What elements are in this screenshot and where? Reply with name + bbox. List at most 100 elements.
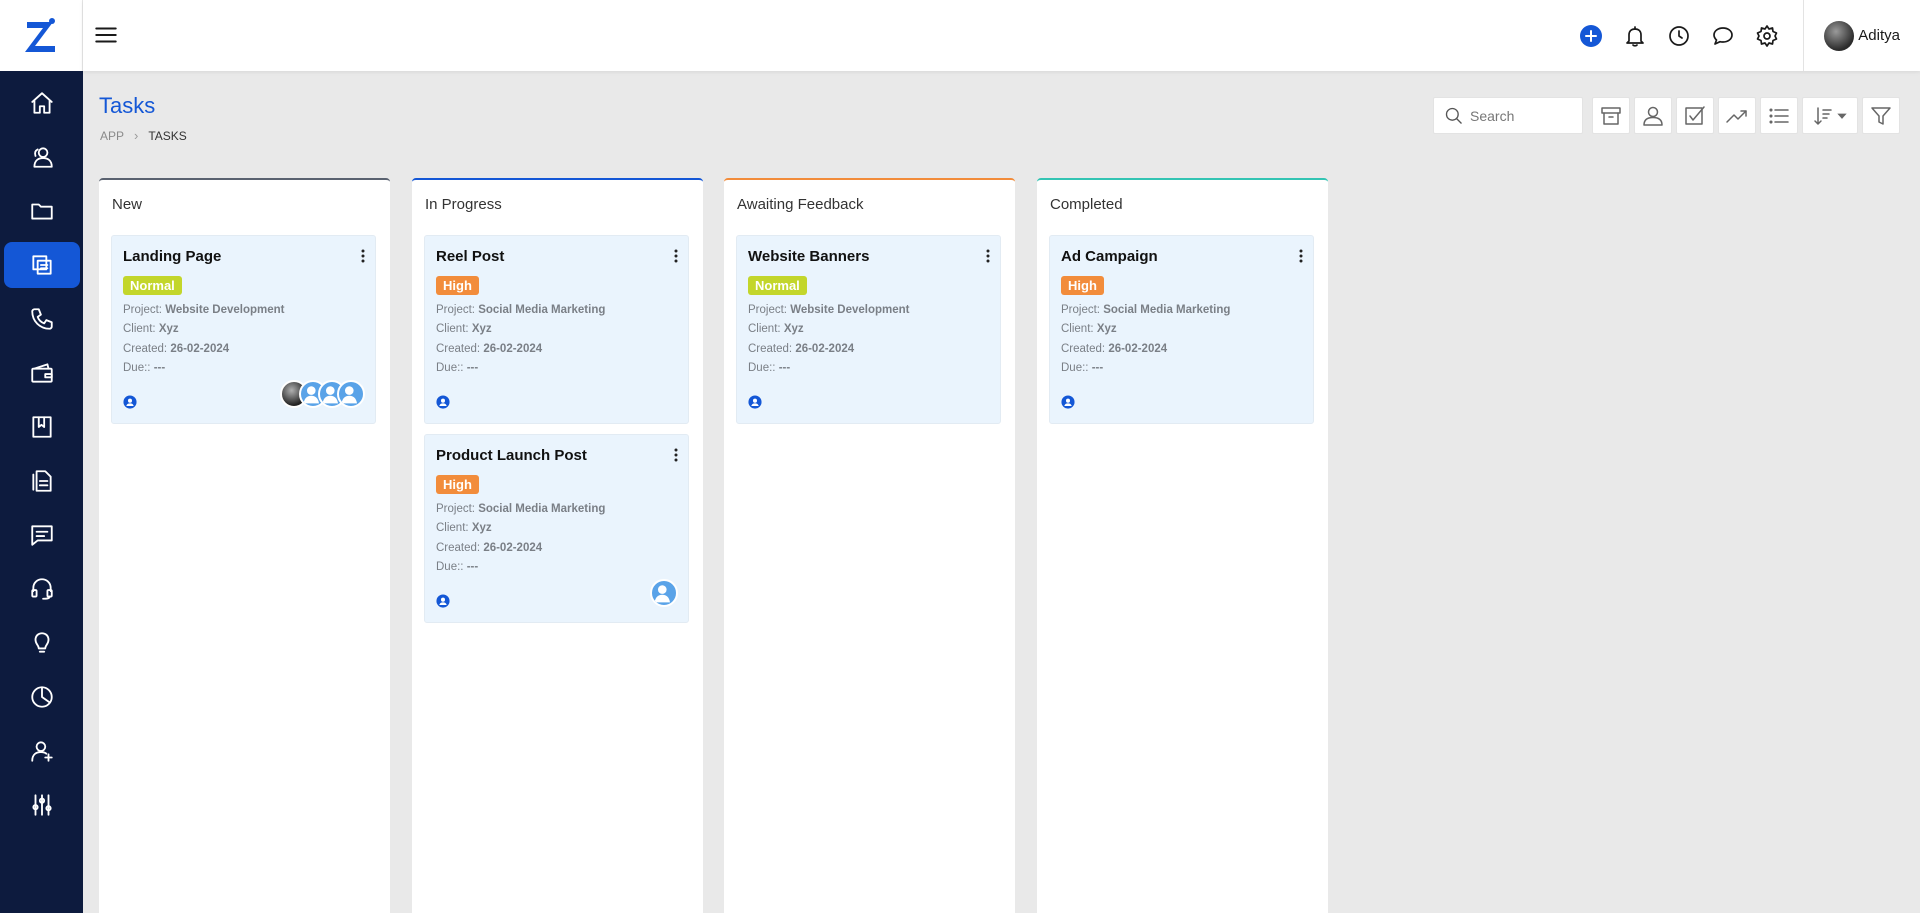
priority-badge: Normal [123,276,182,295]
project-value: Social Media Marketing [1103,304,1231,316]
user-circle-icon[interactable] [1061,395,1075,409]
task-title[interactable]: Landing Page [123,248,221,265]
lightbulb-icon [34,632,50,653]
timer-button[interactable] [1657,14,1701,58]
archive-button[interactable] [1592,97,1630,134]
sidebar-item-home[interactable] [4,80,80,126]
column-title: New [112,196,143,213]
topbar-divider [1803,0,1805,71]
created-label: Created: [436,542,481,554]
sidebar-item-settings[interactable] [4,782,80,828]
user-circle-icon[interactable] [436,395,450,409]
task-title[interactable]: Product Launch Post [436,447,587,464]
user-circle-icon[interactable] [436,594,450,608]
menu-icon[interactable] [93,22,119,48]
user-menu[interactable]: Aditya [1824,20,1900,51]
sidebar-item-add-user[interactable] [4,728,80,774]
due-label: Due:: [436,362,464,374]
user-circle-icon[interactable] [123,395,137,409]
more-vertical-icon[interactable] [359,248,367,264]
column-in-progress: In Progress Reel Post High Project: Soci… [412,178,703,913]
task-title[interactable]: Ad Campaign [1061,248,1158,265]
sidebar-item-calls[interactable] [4,296,80,342]
stats-button[interactable] [1718,97,1756,134]
task-card[interactable]: Product Launch Post High Project: Social… [424,434,689,623]
task-card[interactable]: Reel Post High Project: Social Media Mar… [424,235,689,424]
breadcrumb-current: TASKS [148,128,187,143]
sidebar-item-knowledge[interactable] [4,404,80,450]
task-card[interactable]: Ad Campaign High Project: Social Media M… [1049,235,1314,424]
column-new: New Landing Page Normal Project: Website… [99,178,390,913]
logo-icon [25,17,55,52]
sort-icon [1814,106,1832,125]
assignee-filter-button[interactable] [1634,97,1672,134]
created-line: Created: 26-02-2024 [436,343,542,355]
bell-icon [1626,25,1645,47]
assignee-avatars[interactable] [280,380,365,408]
sidebar-item-wallet[interactable] [4,350,80,396]
project-line: Project: Website Development [748,304,910,316]
column-title: In Progress [425,196,502,213]
due-line: Due:: --- [436,362,478,374]
created-label: Created: [1061,343,1106,355]
client-value: Xyz [783,323,804,335]
sliders-icon [32,794,52,816]
created-label: Created: [436,343,481,355]
user-circle-icon[interactable] [748,395,762,409]
settings-button[interactable] [1745,14,1789,58]
search-input[interactable] [1470,107,1570,124]
sidebar-item-reports[interactable] [4,674,80,720]
sidebar-item-projects[interactable] [4,188,80,234]
sidebar-item-ideas[interactable] [4,620,80,666]
more-vertical-icon[interactable] [984,248,992,264]
task-title[interactable]: Website Banners [748,248,869,265]
sidebar [0,0,83,913]
column-title: Completed [1050,196,1123,213]
completed-filter-button[interactable] [1676,97,1714,134]
project-value: Social Media Marketing [478,304,606,316]
sidebar-item-documents[interactable] [4,458,80,504]
sidebar-item-contacts[interactable] [4,134,80,180]
sidebar-item-support[interactable] [4,566,80,612]
task-card[interactable]: Website Banners Normal Project: Website … [736,235,1001,424]
project-line: Project: Social Media Marketing [1061,304,1230,316]
due-line: Due:: --- [1061,362,1103,374]
due-value: --- [778,362,791,374]
assignee-avatars[interactable] [650,579,678,607]
client-label: Client: [436,323,469,335]
more-vertical-icon[interactable] [672,447,680,463]
notifications-button[interactable] [1613,14,1657,58]
sidebar-item-messages[interactable] [4,512,80,558]
add-new-button[interactable] [1569,14,1613,58]
user-icon [1643,106,1663,126]
plus-circle-icon [1580,24,1603,47]
search-box [1433,97,1583,134]
breadcrumb-app[interactable]: APP [100,129,124,143]
messages-icon [31,525,53,546]
filter-button[interactable] [1862,97,1900,134]
task-card[interactable]: Landing Page Normal Project: Website Dev… [111,235,376,424]
task-title[interactable]: Reel Post [436,248,504,265]
avatar [337,380,365,408]
sort-button[interactable] [1802,97,1858,134]
client-value: Xyz [158,323,179,335]
breadcrumb: APP › TASKS [100,128,187,143]
list-view-button[interactable] [1760,97,1798,134]
project-label: Project: [436,503,475,515]
project-label: Project: [748,304,787,316]
chat-button[interactable] [1701,14,1745,58]
client-label: Client: [748,323,781,335]
client-line: Client: Xyz [436,323,492,335]
more-vertical-icon[interactable] [672,248,680,264]
more-vertical-icon[interactable] [1297,248,1305,264]
app-logo[interactable] [0,0,83,71]
book-icon [32,416,52,438]
client-line: Client: Xyz [1061,323,1117,335]
clock-icon [1669,25,1690,46]
add-user-icon [31,741,53,762]
client-value: Xyz [471,323,492,335]
client-label: Client: [1061,323,1094,335]
sidebar-item-tasks[interactable] [4,242,80,288]
due-label: Due:: [1061,362,1089,374]
tasks-icon [32,255,52,275]
